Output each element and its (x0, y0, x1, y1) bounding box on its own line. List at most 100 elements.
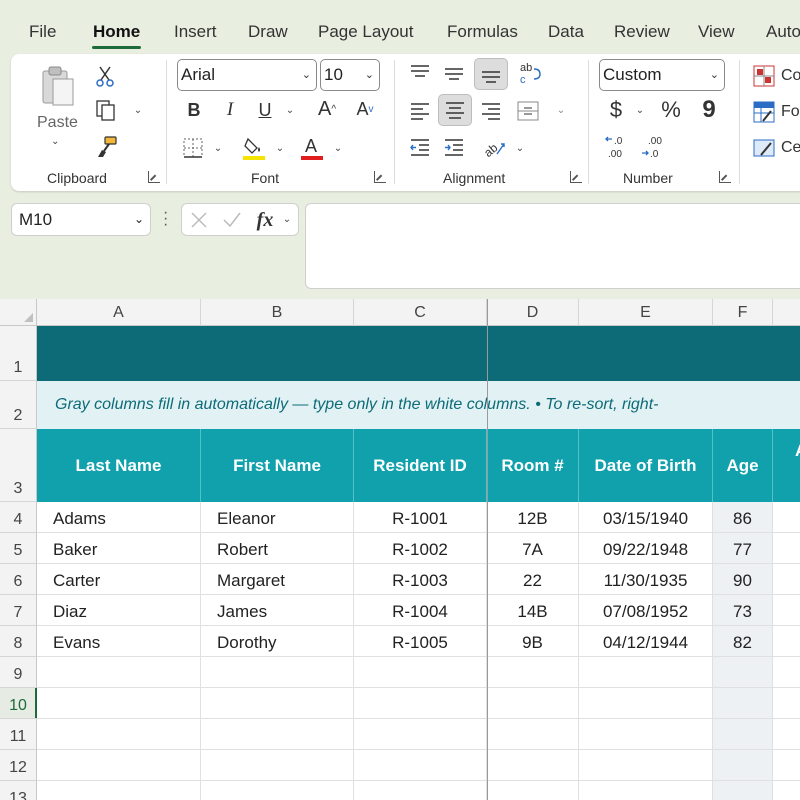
column-header-e[interactable]: E (579, 299, 713, 326)
merge-center-icon[interactable] (514, 98, 542, 124)
header-last-name[interactable]: Last Name (37, 429, 201, 502)
align-left-icon[interactable] (407, 98, 433, 124)
worksheet-grid[interactable]: A B C D E F 1 2 3 4 5 6 7 8 9 10 11 12 1… (0, 299, 800, 800)
cell-last-name[interactable] (37, 781, 201, 800)
decrease-decimal-icon[interactable]: .00.0 (639, 134, 667, 162)
merge-dropdown-icon[interactable]: ⌄ (554, 102, 568, 118)
cell-room[interactable] (487, 657, 579, 688)
cell-resident-id[interactable]: R-1002 (354, 533, 487, 564)
cell-age[interactable]: 73 (713, 595, 773, 626)
row-header[interactable]: 2 (0, 381, 37, 429)
align-center-icon[interactable] (438, 94, 472, 126)
title-banner[interactable] (37, 326, 800, 381)
cut-icon[interactable] (93, 64, 117, 88)
cell-age[interactable]: 82 (713, 626, 773, 657)
cell-last-name[interactable]: Baker (37, 533, 201, 564)
tab-draw[interactable]: Draw (248, 22, 288, 42)
tab-data[interactable]: Data (548, 22, 584, 42)
font-launcher-icon[interactable] (374, 171, 386, 183)
cell-next-column[interactable] (773, 750, 800, 781)
cell-room[interactable] (487, 719, 579, 750)
cell-last-name[interactable] (37, 688, 201, 719)
row-header[interactable]: 5 (0, 533, 37, 564)
cell-date-of-birth[interactable] (579, 719, 713, 750)
align-top-icon[interactable] (407, 60, 433, 86)
tab-review[interactable]: Review (614, 22, 670, 42)
cell-age[interactable] (713, 719, 773, 750)
paste-dropdown-icon[interactable]: ⌄ (51, 136, 59, 147)
align-middle-icon[interactable] (441, 60, 467, 86)
underline-dropdown-icon[interactable]: ⌄ (283, 102, 297, 118)
cell-last-name[interactable] (37, 657, 201, 688)
cell-age[interactable] (713, 688, 773, 719)
conditional-formatting-button[interactable]: Co (753, 64, 800, 88)
cell-first-name[interactable] (201, 657, 354, 688)
percent-format-button[interactable]: % (658, 96, 684, 124)
row-header[interactable]: 13 (0, 781, 37, 800)
cell-date-of-birth[interactable]: 07/08/1952 (579, 595, 713, 626)
header-first-name[interactable]: First Name (201, 429, 354, 502)
row-header[interactable]: 12 (0, 750, 37, 781)
cell-date-of-birth[interactable] (579, 750, 713, 781)
number-launcher-icon[interactable] (719, 171, 731, 183)
cell-room[interactable] (487, 750, 579, 781)
cell-next-column[interactable] (773, 688, 800, 719)
column-header-d[interactable]: D (487, 299, 579, 326)
cell-next-column[interactable] (773, 502, 800, 533)
header-next-column[interactable]: A (773, 429, 800, 502)
cell-next-column[interactable] (773, 657, 800, 688)
tab-page-layout[interactable]: Page Layout (318, 22, 413, 42)
borders-dropdown-icon[interactable]: ⌄ (211, 140, 225, 156)
cell-age[interactable] (713, 657, 773, 688)
increase-indent-icon[interactable] (441, 134, 467, 160)
header-age[interactable]: Age (713, 429, 773, 502)
tab-view[interactable]: View (698, 22, 735, 42)
row-header[interactable]: 4 (0, 502, 37, 533)
row-header[interactable]: 3 (0, 429, 37, 502)
row-header[interactable]: 8 (0, 626, 37, 657)
cell-date-of-birth[interactable]: 03/15/1940 (579, 502, 713, 533)
cell-resident-id[interactable] (354, 750, 487, 781)
cell-first-name[interactable]: Margaret (201, 564, 354, 595)
cell-age[interactable] (713, 750, 773, 781)
column-header-g[interactable] (773, 299, 800, 326)
name-box[interactable]: M10 ⌄ (11, 203, 151, 236)
wrap-text-icon[interactable]: ab c (516, 60, 544, 86)
more-options-icon[interactable]: · · · (163, 205, 168, 233)
cell-next-column[interactable] (773, 533, 800, 564)
borders-icon[interactable] (181, 136, 205, 160)
row-header[interactable]: 1 (0, 326, 37, 381)
column-header-a[interactable]: A (37, 299, 201, 326)
font-color-dropdown-icon[interactable]: ⌄ (331, 140, 345, 156)
cell-last-name[interactable]: Carter (37, 564, 201, 595)
cell-next-column[interactable] (773, 781, 800, 800)
increase-decimal-icon[interactable]: .0.00 (603, 134, 631, 162)
header-date-of-birth[interactable]: Date of Birth (579, 429, 713, 502)
function-dropdown-icon[interactable]: ⌄ (280, 210, 294, 228)
cell-date-of-birth[interactable]: 11/30/1935 (579, 564, 713, 595)
tab-automate[interactable]: Auto (766, 22, 800, 42)
tab-insert[interactable]: Insert (174, 22, 217, 42)
enter-icon[interactable] (220, 209, 244, 231)
comma-style-button[interactable]: 9 (699, 96, 719, 124)
bold-button[interactable]: B (183, 98, 205, 122)
cell-first-name[interactable]: James (201, 595, 354, 626)
cell-date-of-birth[interactable] (579, 781, 713, 800)
cancel-icon[interactable] (188, 209, 210, 231)
cell-first-name[interactable]: Eleanor (201, 502, 354, 533)
cell-resident-id[interactable]: R-1004 (354, 595, 487, 626)
cell-last-name[interactable]: Diaz (37, 595, 201, 626)
cell-last-name[interactable] (37, 719, 201, 750)
cell-resident-id[interactable]: R-1003 (354, 564, 487, 595)
cell-next-column[interactable] (773, 595, 800, 626)
cell-age[interactable]: 90 (713, 564, 773, 595)
cell-next-column[interactable] (773, 626, 800, 657)
cell-date-of-birth[interactable]: 09/22/1948 (579, 533, 713, 564)
cell-first-name[interactable] (201, 781, 354, 800)
cell-date-of-birth[interactable] (579, 688, 713, 719)
cell-resident-id[interactable] (354, 657, 487, 688)
cell-last-name[interactable] (37, 750, 201, 781)
row-header-active[interactable]: 10 (0, 688, 37, 719)
cell-room[interactable]: 9B (487, 626, 579, 657)
align-right-icon[interactable] (478, 98, 504, 124)
